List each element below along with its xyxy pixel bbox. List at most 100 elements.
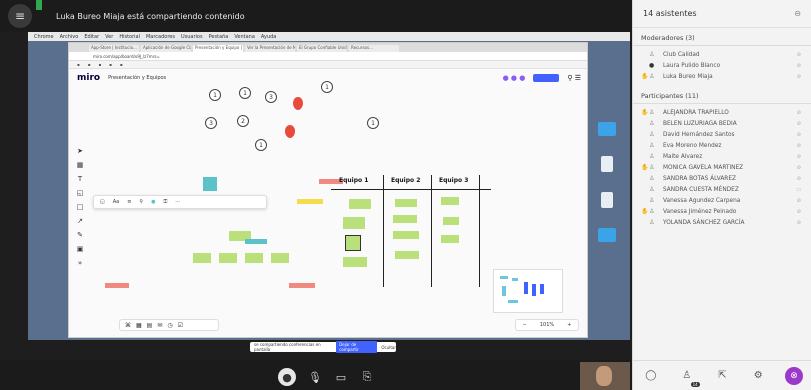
circle-number[interactable]: 3 (205, 117, 217, 129)
zoom-in-button[interactable]: + (567, 322, 571, 328)
list-item[interactable]: ♙ Club Calidad ⊘ (633, 49, 811, 60)
sticky-note[interactable] (349, 199, 371, 209)
sticky-note[interactable] (203, 177, 217, 191)
connector-tool-icon[interactable]: ↗ (77, 217, 83, 225)
header-tools[interactable]: ⚲ ☰ (567, 74, 581, 82)
reactions-icon[interactable]: ⊗ (785, 366, 804, 385)
stop-sharing-button[interactable]: Dejar de compartir (336, 341, 378, 353)
bookmark-item[interactable]: ▪ (98, 62, 101, 67)
participants-icon[interactable]: ♙ 14 (678, 367, 700, 387)
sticky-note[interactable] (245, 239, 267, 244)
address-bar[interactable]: miro.com/app/board/o9J_lz7mrs= (69, 52, 587, 61)
folder-icon[interactable] (598, 122, 616, 136)
link-icon[interactable]: ⚲ (139, 199, 143, 205)
sticky-tool-icon[interactable]: ◱ (77, 189, 84, 197)
vote-icon[interactable]: ☑ (178, 322, 183, 329)
list-item[interactable]: ✋ ♙ Vanessa Jiménez Peinado ⊘ (633, 206, 811, 217)
font-size-control[interactable]: Aa (113, 199, 119, 205)
browser-tab[interactable]: El Grupo Confiable Unidos (297, 45, 347, 52)
comment-icon[interactable]: ✉ (157, 322, 162, 329)
balloon-shape[interactable] (293, 97, 303, 110)
select-tool-icon[interactable]: ➤ (77, 147, 83, 155)
browser-tab-active[interactable]: Presentación y Equipo | Mi... (193, 45, 243, 52)
circle-number[interactable]: 1 (367, 117, 379, 129)
hamburger-menu-icon[interactable]: ≡ (8, 4, 32, 28)
sticky-note[interactable] (105, 283, 129, 288)
sticky-note[interactable] (441, 235, 459, 243)
template-tool-icon[interactable]: ▦ (77, 161, 84, 169)
list-item[interactable]: ♙ YOLANDA SÁNCHEZ GARCÍA ⊘ (633, 217, 811, 228)
sticky-note[interactable] (297, 199, 323, 204)
sticky-note-selected[interactable] (345, 235, 361, 251)
sticky-note[interactable] (443, 217, 459, 225)
balloon-shape[interactable] (285, 125, 295, 138)
browser-tab[interactable]: App-Store | Institucio... (89, 45, 139, 52)
chat-icon[interactable]: ◯ (642, 367, 660, 385)
browser-tab[interactable]: Recursos... (349, 45, 399, 52)
shape-tool-icon[interactable]: □ (77, 203, 84, 211)
more-tools-icon[interactable]: » (78, 259, 82, 267)
share-board-button[interactable] (533, 74, 560, 82)
gear-icon[interactable]: ⚙ (749, 367, 767, 385)
list-item[interactable]: ✋ ♙ MONICA GAVELA MARTINEZ ⊘ (633, 162, 811, 173)
frames-icon[interactable]: ⌘ (125, 322, 131, 329)
sticky-note[interactable] (393, 215, 417, 223)
list-item[interactable]: ♙ Eva Moreno Mendez ⊘ (633, 140, 811, 151)
microphone-off-icon[interactable]: 🎙︎ (306, 368, 324, 386)
pen-tool-icon[interactable]: ✎ (77, 231, 83, 239)
sticky-type-icon[interactable]: ◱ (100, 199, 105, 205)
list-item[interactable]: ♙ Maite Alvarez ⊘ (633, 151, 811, 162)
text-tool-icon[interactable]: T (78, 175, 82, 183)
grid-icon[interactable]: ▦ (136, 322, 142, 329)
document-icon[interactable] (601, 156, 613, 172)
list-item[interactable]: ♙ Vanessa Agundez Carpena ⊘ (633, 195, 811, 206)
circle-number[interactable]: 1 (209, 89, 221, 101)
sticky-note[interactable] (245, 253, 263, 263)
sticky-note[interactable] (395, 251, 419, 259)
camera-off-icon[interactable]: ▭ (332, 368, 350, 386)
circle-number[interactable]: 1 (321, 81, 333, 93)
align-icon[interactable]: ≡ (127, 199, 131, 205)
list-item[interactable]: ✋ ♙ ALEJANDRA TRAPIELLO ⊘ (633, 107, 811, 118)
sticky-note[interactable] (271, 253, 289, 263)
bookmark-item[interactable]: ▪ (120, 62, 123, 67)
circle-number[interactable]: 1 (239, 87, 251, 99)
list-item[interactable]: ♙ David Hernández Santos ⊘ (633, 129, 811, 140)
circle-number[interactable]: 3 (265, 91, 277, 103)
zoom-out-button[interactable]: − (523, 322, 527, 328)
close-icon[interactable]: ⊖ (794, 9, 801, 18)
lock-icon[interactable]: ⚿ (163, 199, 167, 205)
sticky-note[interactable] (219, 253, 237, 263)
sticky-note[interactable] (441, 197, 459, 205)
user-icon[interactable]: ● (278, 368, 296, 386)
hide-button[interactable]: Ocultar (381, 345, 396, 350)
minimap[interactable] (493, 269, 563, 313)
folder-icon[interactable] (598, 228, 616, 242)
sticky-note[interactable] (393, 231, 419, 239)
board-title[interactable]: Presentación y Equipos (108, 75, 166, 81)
share-icon[interactable]: ⇱ (713, 367, 731, 385)
circle-number[interactable]: 2 (237, 115, 249, 127)
document-icon[interactable] (601, 192, 613, 208)
list-item[interactable]: ♙ BELEN LUZURIAGA BEDIA ⊘ (633, 118, 811, 129)
sticky-note[interactable] (193, 253, 211, 263)
timer-icon[interactable]: ◷ (167, 322, 172, 329)
more-icon[interactable]: ⋯ (175, 199, 180, 205)
card-icon[interactable]: ▤ (147, 322, 153, 329)
sticky-note[interactable] (343, 217, 365, 229)
bookmark-item[interactable]: ▪ (77, 62, 80, 67)
frame-tool-icon[interactable]: ▣ (77, 245, 84, 253)
share-screen-icon[interactable]: ⎘ (358, 368, 376, 386)
list-item[interactable]: ♙ SANDRA CUESTA MÉNDEZ ▭ (633, 184, 811, 195)
list-item[interactable]: ● Laura Pulido Blanco ⊘ (633, 60, 811, 71)
color-picker[interactable]: ● (151, 199, 155, 205)
sticky-note[interactable] (289, 283, 315, 288)
list-item[interactable]: ♙ SANDRA BOTAS ÁLVAREZ ⊘ (633, 173, 811, 184)
miro-canvas[interactable]: ➤ ▦ T ◱ □ ↗ ✎ ▣ » ◱ Aa ≡ ⚲ ● ⚿ ⋯ 1 1 3 1… (69, 81, 587, 337)
bookmark-item[interactable]: ▪ (88, 62, 91, 67)
sticky-note[interactable] (395, 199, 417, 207)
browser-tab[interactable]: Ver la Presentación de ME... (245, 45, 295, 52)
list-item[interactable]: ✋ ♙ Luka Bureo Miaja ⊘ (633, 71, 811, 82)
sticky-note[interactable] (343, 257, 367, 267)
browser-tab[interactable]: Aplicación de Google Classroom (141, 45, 191, 52)
